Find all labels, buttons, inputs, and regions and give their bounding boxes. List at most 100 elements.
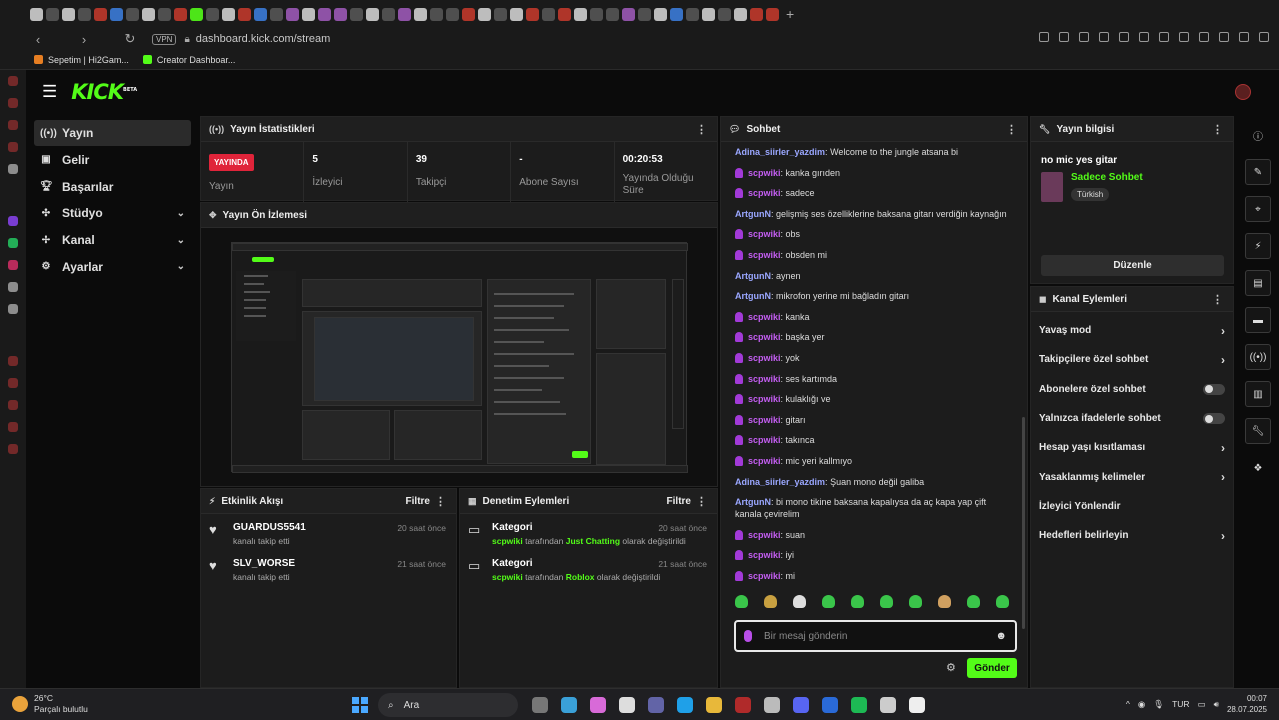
chat-username[interactable]: ArtgunN [735, 497, 771, 507]
tab-icon[interactable] [126, 7, 139, 21]
tab-icon[interactable] [510, 7, 523, 21]
extension-icon[interactable] [1239, 32, 1249, 42]
more-options-icon[interactable]: ⋮ [435, 495, 446, 508]
emote-icon[interactable] [764, 595, 777, 608]
bolt-icon[interactable]: ⚡︎ [1245, 233, 1271, 259]
tab-icon[interactable] [606, 7, 619, 21]
sidebar-app-icon[interactable] [8, 120, 18, 130]
emote-icon[interactable] [938, 595, 951, 608]
tab-icon[interactable] [382, 7, 395, 21]
spotify-icon[interactable] [851, 697, 867, 713]
sidebar-app-icon[interactable] [8, 444, 18, 454]
filter-button[interactable]: Filtre [667, 496, 691, 507]
emoji-icon[interactable]: ☻ [995, 630, 1007, 642]
sidebar-item-gelir[interactable]: ▣ Gelir [34, 147, 191, 173]
reload-icon[interactable]: ↻ [122, 31, 138, 47]
chat-username[interactable]: ArtgunN [735, 271, 771, 281]
sidebar-item-studyo[interactable]: ✣ Stüdyo ⌄ [34, 200, 191, 226]
tab-icon[interactable] [622, 7, 635, 21]
sidebar-app-icon[interactable] [8, 164, 18, 174]
toggle-switch[interactable] [1203, 413, 1225, 425]
chat-message-input[interactable] [764, 630, 984, 642]
tray-app-icon[interactable]: ◉ [1138, 699, 1145, 710]
tab-icon[interactable] [334, 7, 347, 21]
layout-icon[interactable]: ▥ [1245, 381, 1271, 407]
extension-icon[interactable] [1039, 32, 1049, 42]
extension-icon[interactable] [1059, 32, 1069, 42]
chat-username[interactable]: scpwiki [748, 188, 781, 198]
chat-username[interactable]: scpwiki [748, 550, 781, 560]
microphone-icon[interactable]: 🎙︎ [1153, 699, 1164, 710]
emote-icon[interactable] [880, 595, 893, 608]
tab-icon[interactable] [718, 7, 731, 21]
kick-logo[interactable]: KICKBETA [71, 80, 137, 104]
tab-icon[interactable] [78, 7, 91, 21]
emote-icon[interactable] [967, 595, 980, 608]
windows-start-icon[interactable] [352, 697, 368, 713]
extension-icon[interactable] [1179, 32, 1189, 42]
filter-button[interactable]: Filtre [406, 496, 430, 507]
channel-action-item[interactable]: Yavaş mod › [1031, 316, 1233, 345]
app-icon[interactable] [822, 697, 838, 713]
tab-icon-active[interactable] [190, 7, 203, 21]
sidebar-app-icon[interactable] [8, 400, 18, 410]
user-avatar[interactable] [1235, 84, 1251, 100]
chat-username[interactable]: scpwiki [748, 168, 781, 178]
chat-username[interactable]: ArtgunN [735, 291, 771, 301]
tab-icon[interactable] [110, 7, 123, 21]
target-icon[interactable]: ⌖ [1245, 196, 1271, 222]
chat-username[interactable]: scpwiki [748, 435, 781, 445]
edge-icon[interactable] [677, 697, 693, 713]
extension-icon[interactable] [1139, 32, 1149, 42]
chat-username[interactable]: scpwiki [748, 250, 781, 260]
url-field[interactable]: dashboard.kick.com/stream [196, 33, 331, 45]
sidebar-item-kanal[interactable]: ✢ Kanal ⌄ [34, 227, 191, 253]
tab-icon[interactable] [670, 7, 683, 21]
chat-username[interactable]: scpwiki [748, 332, 781, 342]
bookmark-item[interactable]: Creator Dashboar... [142, 55, 235, 65]
tab-icon[interactable] [174, 7, 187, 21]
tab-icon[interactable] [254, 7, 267, 21]
tab-icon[interactable] [142, 7, 155, 21]
toggle-switch[interactable] [1203, 383, 1225, 395]
sidebar-app-icon[interactable] [8, 142, 18, 152]
emote-icon[interactable] [909, 595, 922, 608]
teams-icon[interactable] [648, 697, 664, 713]
chat-username[interactable]: ArtgunN [735, 209, 771, 219]
app-icon[interactable] [561, 697, 577, 713]
file-explorer-icon[interactable] [706, 697, 722, 713]
channel-action-item[interactable]: Hedefleri belirleyin › [1031, 521, 1233, 550]
x-icon[interactable] [8, 282, 18, 292]
tab-icon[interactable] [750, 7, 763, 21]
chat-username[interactable]: scpwiki [748, 571, 781, 581]
weather-widget[interactable]: 26°C Parçalı bulutlu [12, 693, 88, 715]
emote-icon[interactable] [793, 595, 806, 608]
tab-icon[interactable] [446, 7, 459, 21]
edit-button[interactable]: Düzenle [1041, 255, 1224, 276]
menu-icon[interactable] [1259, 32, 1269, 42]
extension-icon[interactable] [1079, 32, 1089, 42]
tab-icon[interactable] [270, 7, 283, 21]
more-options-icon[interactable]: ⋮ [1006, 123, 1017, 136]
tab-icon[interactable] [590, 7, 603, 21]
chat-settings-icon[interactable]: ⚙︎ [946, 661, 956, 674]
tab-icon[interactable] [62, 7, 75, 21]
chat-username[interactable]: Adina_siirler_yazdim [735, 477, 825, 487]
tab-icon[interactable] [414, 7, 427, 21]
bookmark-item[interactable]: Sepetim | Hi2Gam... [34, 55, 129, 65]
emote-icon[interactable] [851, 595, 864, 608]
channel-action-item[interactable]: Hesap yaşı kısıtlaması › [1031, 433, 1233, 462]
tab-icon[interactable] [558, 7, 571, 21]
channel-action-item[interactable]: İzleyici Yönlendir [1031, 492, 1233, 521]
document-icon[interactable]: ▤ [1245, 270, 1271, 296]
extension-icon[interactable] [1099, 32, 1109, 42]
chat-username[interactable]: Adina_siirler_yazdim [735, 147, 825, 157]
settings-cluster-icon[interactable]: ❖ [1245, 455, 1271, 481]
tab-icon[interactable] [398, 7, 411, 21]
chat-username[interactable]: scpwiki [748, 456, 781, 466]
emote-icon[interactable] [996, 595, 1009, 608]
sidebar-item-ayarlar[interactable]: ⚙︎ Ayarlar ⌄ [34, 254, 191, 280]
channel-action-item[interactable]: Abonelere özel sohbet [1031, 375, 1233, 404]
steam-icon[interactable] [764, 697, 780, 713]
chat-icon[interactable]: ▬ [1245, 307, 1271, 333]
